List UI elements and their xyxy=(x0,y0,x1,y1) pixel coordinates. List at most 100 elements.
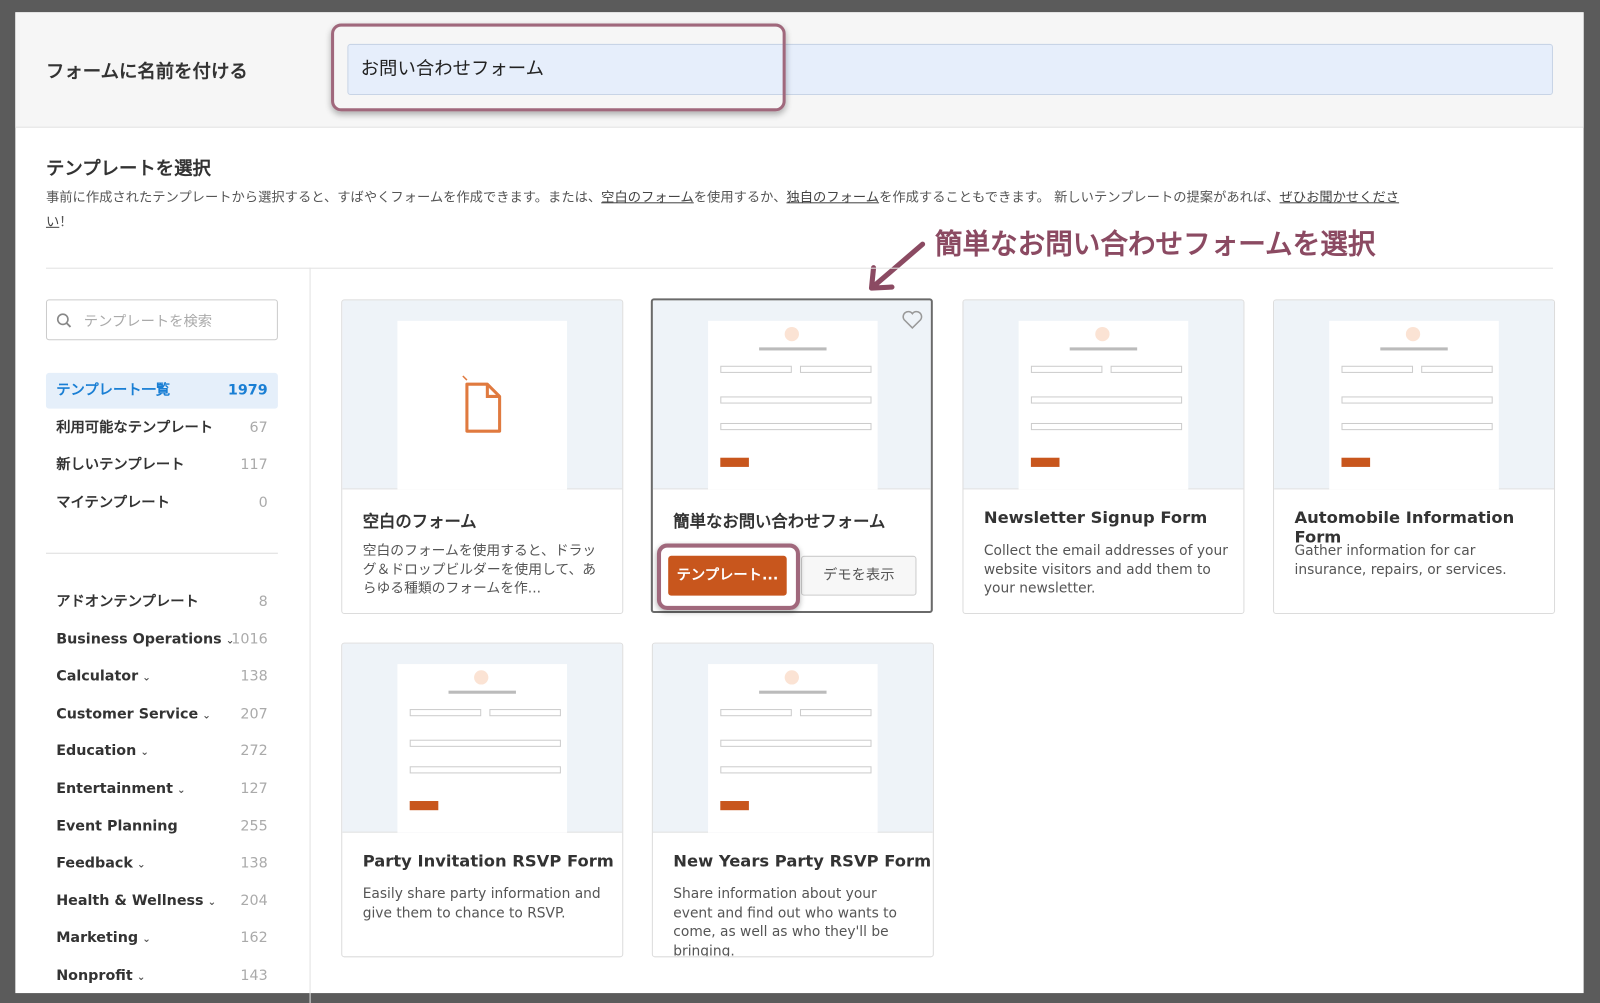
card-description: Collect the email addresses of your webs… xyxy=(983,542,1228,597)
form-logo-icon xyxy=(474,670,489,685)
template-card-automobile[interactable]: Automobile Information Form Gather infor… xyxy=(1273,299,1556,615)
card-preview xyxy=(963,300,1244,490)
desc-text: ！ xyxy=(59,214,73,230)
file-icon xyxy=(462,375,502,433)
sidebar-item[interactable]: Education ⌄ 272 xyxy=(46,734,278,770)
sidebar-item[interactable]: マイテンプレート 0 xyxy=(46,485,278,521)
sidebar-item[interactable]: Calculator ⌄ 138 xyxy=(46,659,278,695)
sidebar-item-count: 67 xyxy=(249,419,268,436)
suggest-link[interactable]: い xyxy=(46,215,59,230)
mock-field xyxy=(1341,396,1493,404)
sidebar-item[interactable]: Health & Wellness ⌄ 204 xyxy=(46,884,278,920)
sidebar-item[interactable]: Entertainment ⌄ 127 xyxy=(46,771,278,807)
sidebar-item-label: テンプレート一覧 xyxy=(56,382,171,399)
sidebar-item-count: 162 xyxy=(240,930,268,947)
card-description: Share information about your event and f… xyxy=(673,885,898,958)
sidebar-item[interactable]: テンプレート一覧 1979 xyxy=(45,372,278,409)
chevron-down-icon: ⌄ xyxy=(202,709,211,722)
sidebar-item-label: Health & Wellness xyxy=(56,892,204,910)
sidebar-item-count: 1979 xyxy=(227,382,268,399)
mock-submit xyxy=(1341,457,1371,467)
highlight-box xyxy=(656,543,800,610)
sidebar-item-label: アドオンテンプレート xyxy=(56,593,199,610)
card-preview xyxy=(342,300,623,490)
view-demo-button[interactable]: デモを表示 xyxy=(801,555,917,596)
card-preview xyxy=(652,643,933,833)
card-description: 空白のフォームを使用すると、ドラッグ＆ドロップビルダーを使用して、あらゆる種類の… xyxy=(362,542,597,597)
mock-field xyxy=(1421,365,1493,373)
mock-field xyxy=(1341,365,1414,373)
preview-paper xyxy=(708,320,878,490)
sidebar-divider xyxy=(45,552,278,554)
sidebar-item-count: 0 xyxy=(258,494,268,511)
sidebar-item[interactable]: Event Planning 255 xyxy=(46,809,278,845)
mock-field xyxy=(799,709,872,717)
mock-field xyxy=(720,396,872,404)
mock-field xyxy=(1030,422,1183,431)
card-title: 簡単なお問い合わせフォーム xyxy=(673,511,886,532)
sidebar-item-count: 255 xyxy=(240,817,268,835)
mock-submit xyxy=(720,801,749,811)
sidebar-item-count: 8 xyxy=(258,593,268,610)
sidebar-item-count: 138 xyxy=(240,668,268,685)
template-card-new-years-rsvp[interactable]: New Years Party RSVP Form Share informat… xyxy=(651,642,934,958)
mock-field xyxy=(799,365,872,373)
highlight-box xyxy=(331,23,786,112)
chevron-down-icon: ⌄ xyxy=(207,896,217,909)
sidebar-item-label: Education xyxy=(56,743,137,760)
mock-title xyxy=(1380,347,1448,351)
sidebar-item-label: Feedback xyxy=(56,855,133,872)
card-preview xyxy=(342,643,623,833)
search-icon xyxy=(56,313,72,328)
card-description: Gather information for car insurance, re… xyxy=(1294,542,1507,578)
template-modal: フォームに名前を付ける お問い合わせフォーム テンプレートを選択 事前に作成され… xyxy=(15,12,1584,1003)
mock-field xyxy=(1110,365,1183,373)
template-search-input[interactable]: テンプレートを検索 xyxy=(45,299,278,341)
mock-field xyxy=(720,422,872,431)
sidebar-item[interactable]: Customer Service ⌄ 207 xyxy=(46,697,278,733)
sidebar-item[interactable]: Business Operations ⌄ 1016 xyxy=(46,622,278,658)
chevron-down-icon: ⌄ xyxy=(177,784,186,796)
template-card-blank[interactable]: 空白のフォーム 空白のフォームを使用すると、ドラッグ＆ドロップビルダーを使用して… xyxy=(341,299,624,615)
card-title: Party Invitation RSVP Form xyxy=(362,851,614,871)
form-name-label: フォームに名前を付ける xyxy=(45,61,248,83)
card-preview xyxy=(652,300,931,490)
sidebar-item[interactable]: Nonprofit ⌄ 143 xyxy=(46,958,278,994)
form-logo-icon xyxy=(1095,326,1110,342)
template-card-newsletter[interactable]: Newsletter Signup Form Collect the email… xyxy=(962,299,1245,615)
desc-text: 事前に作成されたテンプレートから選択すると、すばやくフォームを作成できます。また… xyxy=(45,190,602,206)
sidebar-item-count: 138 xyxy=(240,855,268,872)
sidebar-item-label: Entertainment xyxy=(56,780,173,797)
mock-title xyxy=(759,690,827,694)
blank-form-link[interactable]: 空白のフォーム xyxy=(601,190,694,205)
mock-title xyxy=(1069,347,1138,351)
form-logo-icon xyxy=(784,326,799,342)
mock-submit xyxy=(409,801,439,811)
card-preview xyxy=(1274,300,1555,490)
divider xyxy=(45,267,1553,269)
sidebar-item[interactable]: Marketing ⌄ 162 xyxy=(46,921,278,957)
template-card-party-rsvp[interactable]: Party Invitation RSVP Form Easily share … xyxy=(341,642,624,958)
mock-submit xyxy=(1030,457,1060,467)
mock-field xyxy=(489,709,561,717)
card-description: Easily share party information and give … xyxy=(362,885,601,922)
sidebar-item-count: 143 xyxy=(240,967,268,984)
sidebar-item[interactable]: 利用可能なテンプレート 67 xyxy=(46,410,278,446)
sidebar-item-count: 207 xyxy=(240,705,268,723)
custom-form-link[interactable]: 独自のフォーム xyxy=(786,190,879,205)
form-logo-icon xyxy=(1405,326,1421,342)
chevron-down-icon: ⌄ xyxy=(136,971,146,983)
mock-field xyxy=(1341,422,1493,431)
mock-field xyxy=(720,709,792,717)
sidebar-item[interactable]: Feedback ⌄ 138 xyxy=(46,846,278,882)
desc-text: を作成することもできます。 新しいテンプレートの提案があれば、 xyxy=(879,190,1280,206)
section-title: テンプレートを選択 xyxy=(45,158,211,180)
card-title: Newsletter Signup Form xyxy=(983,507,1208,528)
suggest-link[interactable]: ぜひお聞かせくださ xyxy=(1280,190,1400,205)
sidebar-item[interactable]: 新しいテンプレート 117 xyxy=(46,448,278,484)
sidebar-item-label: Customer Service xyxy=(56,705,199,723)
mock-title xyxy=(448,690,516,694)
sidebar-item[interactable]: アドオンテンプレート 8 xyxy=(46,584,278,620)
heart-icon[interactable] xyxy=(901,310,923,330)
sidebar-item-count: 1016 xyxy=(231,630,268,648)
